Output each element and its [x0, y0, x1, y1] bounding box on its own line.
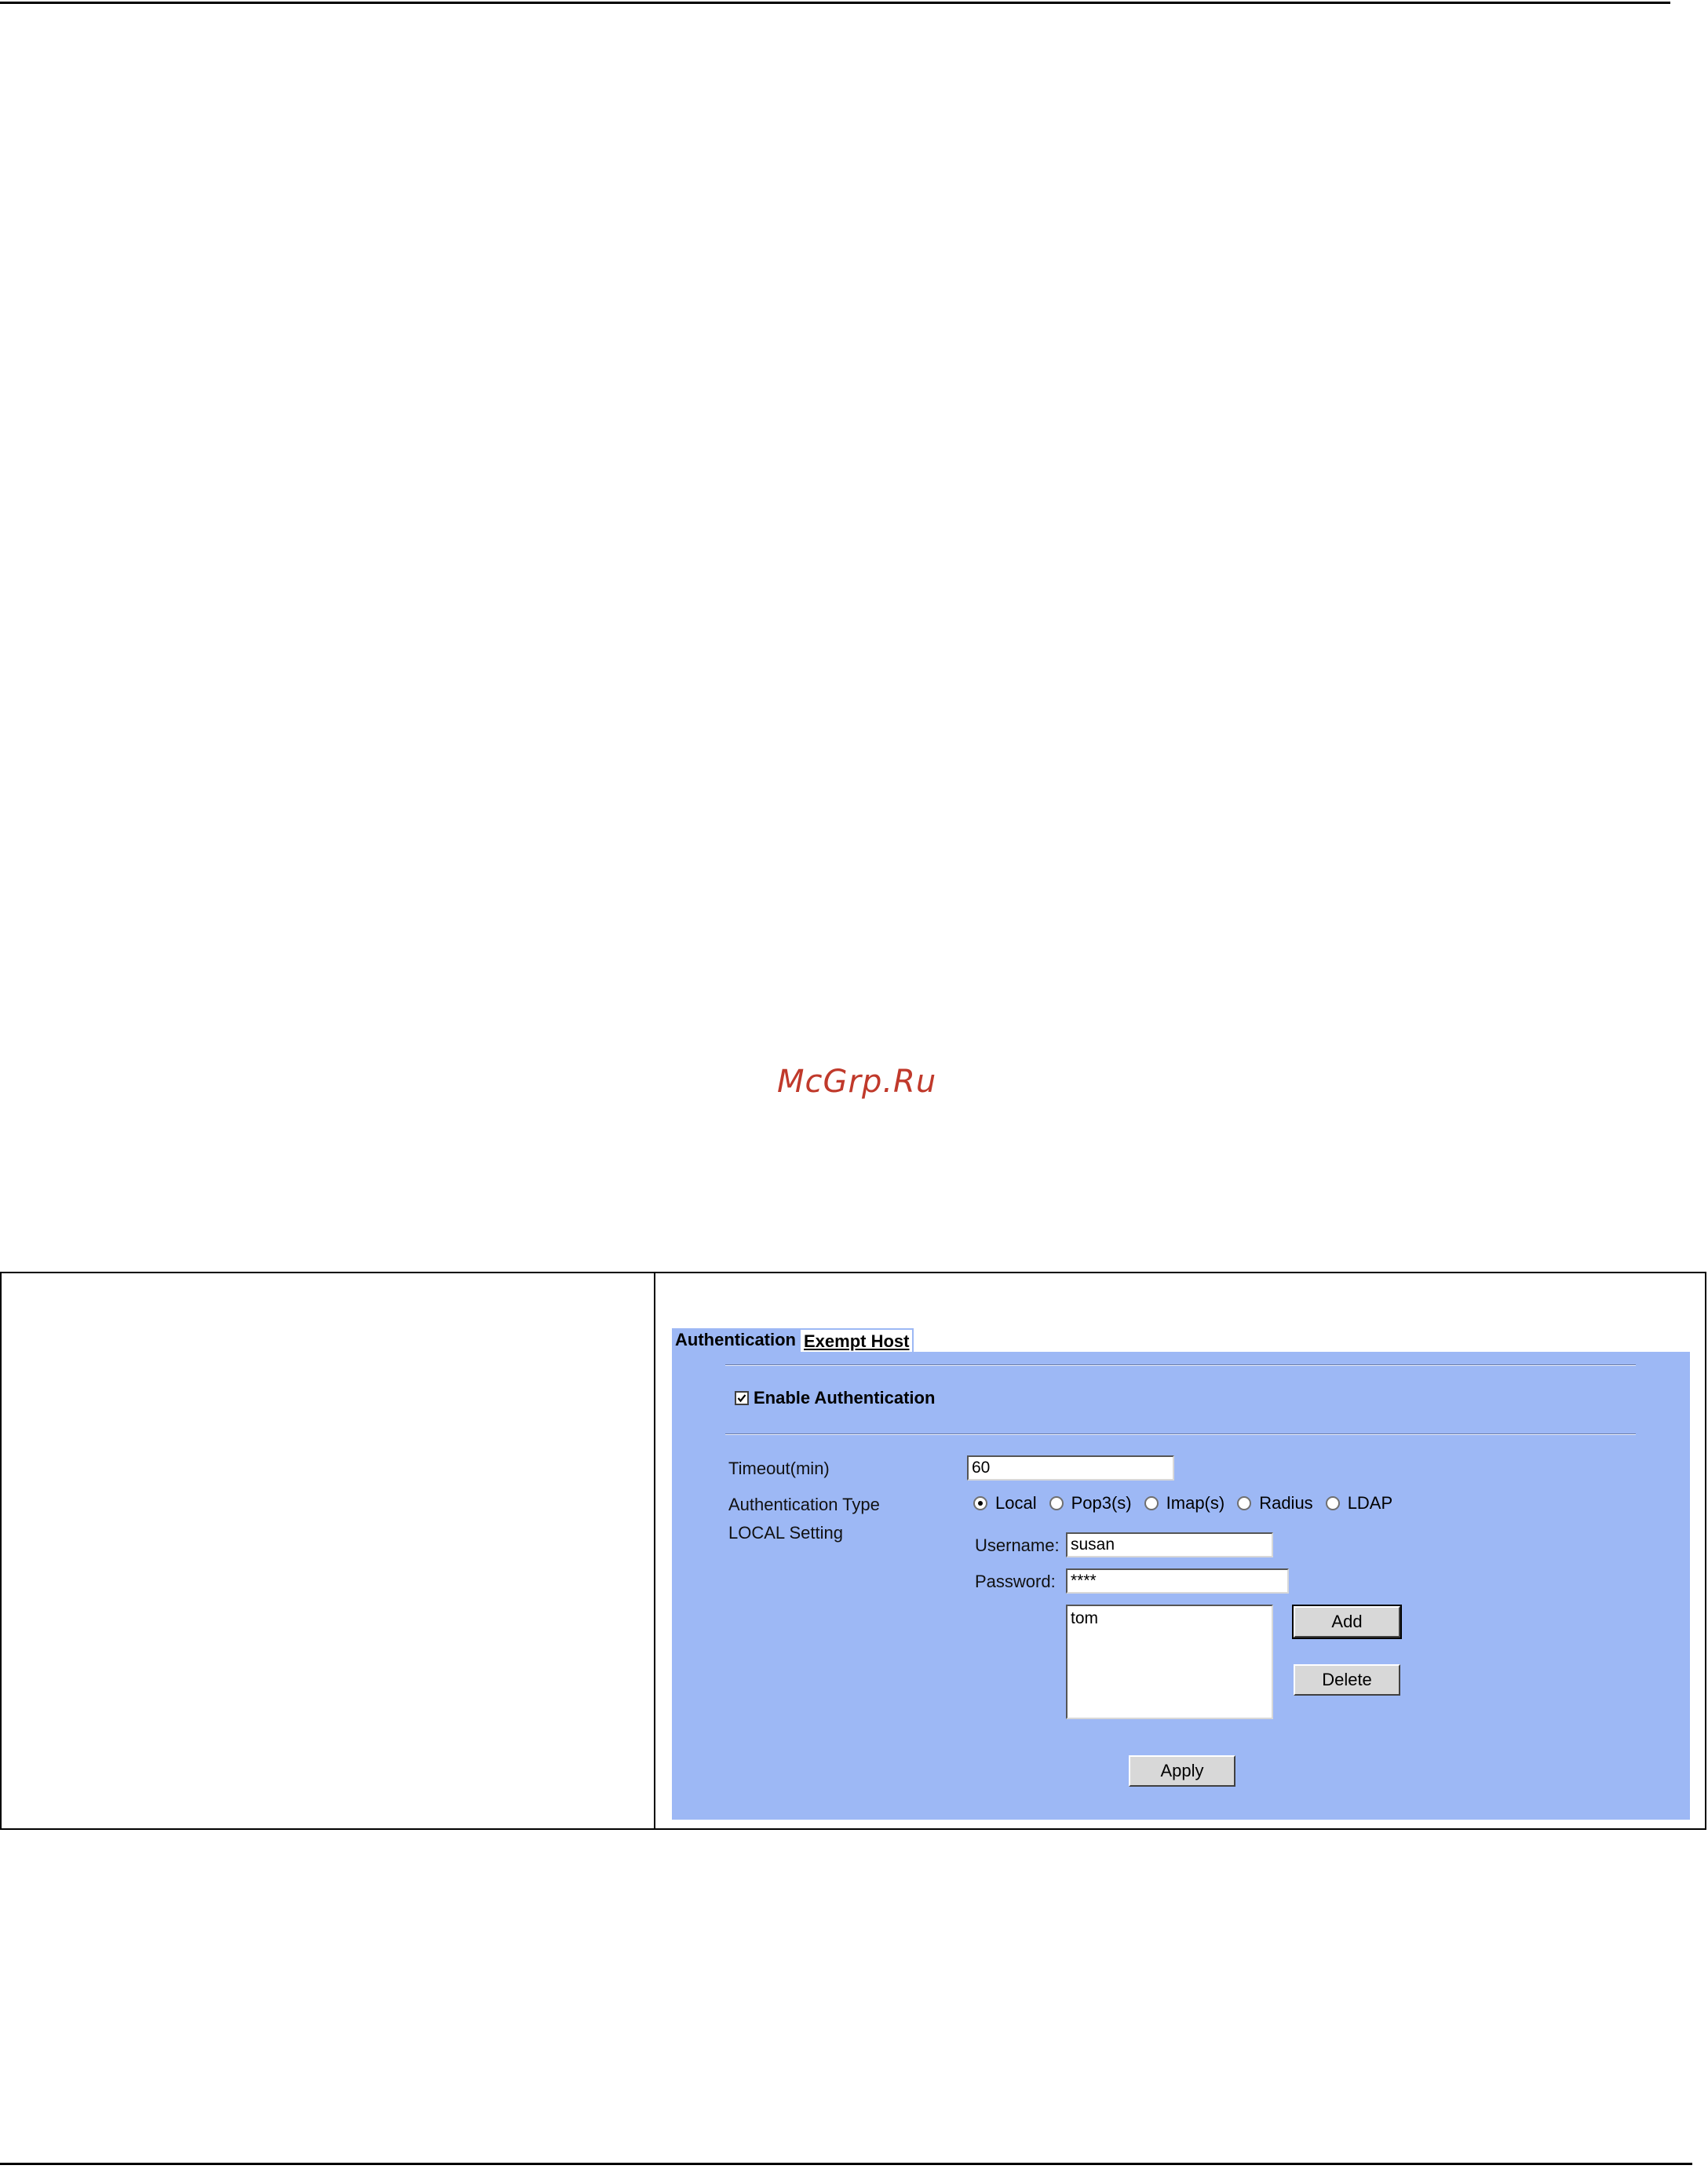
tab-authentication[interactable]: Authentication [672, 1328, 799, 1352]
radio-imaps-label: Imap(s) [1166, 1493, 1225, 1513]
username-label: Username: [975, 1535, 1060, 1555]
page-bottom-rule [0, 2163, 1692, 2165]
authentication-type-radio-group: Local Pop3(s) Imap(s) Radius LDAP [973, 1493, 1405, 1514]
delete-button[interactable]: Delete [1294, 1664, 1400, 1696]
tab-bar: Authentication Exempt Host [672, 1328, 914, 1352]
radio-ldap-button[interactable] [1325, 1496, 1340, 1510]
radio-local-button[interactable] [973, 1496, 987, 1510]
authentication-panel: Enable Authentication Timeout(min) 60 Au… [672, 1352, 1690, 1820]
enable-authentication-row[interactable]: Enable Authentication [735, 1388, 935, 1408]
password-label: Password: [975, 1572, 1056, 1591]
radio-imaps[interactable]: Imap(s) [1144, 1493, 1225, 1514]
radio-imaps-button[interactable] [1144, 1496, 1159, 1510]
tab-exempt-host[interactable]: Exempt Host [799, 1328, 914, 1352]
radio-ldap[interactable]: LDAP [1325, 1493, 1393, 1514]
radio-local[interactable]: Local [973, 1493, 1037, 1514]
table-column-divider [654, 1273, 655, 1828]
username-input[interactable]: susan [1066, 1532, 1273, 1557]
local-setting-label: LOCAL Setting [728, 1523, 843, 1543]
divider-middle [725, 1433, 1636, 1435]
radio-ldap-label: LDAP [1347, 1493, 1393, 1513]
timeout-label: Timeout(min) [728, 1459, 830, 1478]
radio-pop3s-label: Pop3(s) [1071, 1493, 1132, 1513]
password-input[interactable]: **** [1066, 1568, 1289, 1594]
add-button[interactable]: Add [1292, 1605, 1402, 1639]
enable-authentication-label: Enable Authentication [754, 1388, 936, 1408]
enable-authentication-checkbox[interactable] [735, 1391, 749, 1405]
watermark-text: McGrp.Ru [777, 1064, 937, 1100]
radio-local-label: Local [995, 1493, 1037, 1513]
radio-radius-label: Radius [1259, 1493, 1313, 1513]
radio-pop3s[interactable]: Pop3(s) [1049, 1493, 1132, 1514]
page-top-rule [0, 2, 1670, 4]
radio-radius-button[interactable] [1237, 1496, 1252, 1510]
authentication-screenshot: Authentication Exempt Host Enable Authen… [672, 1328, 1690, 1820]
apply-button[interactable]: Apply [1129, 1755, 1235, 1787]
divider-top [725, 1364, 1636, 1366]
timeout-input[interactable]: 60 [967, 1455, 1174, 1481]
radio-radius[interactable]: Radius [1237, 1493, 1313, 1514]
authentication-type-label: Authentication Type [728, 1495, 880, 1514]
user-listbox[interactable]: tom [1066, 1605, 1273, 1719]
user-list-item[interactable]: tom [1071, 1609, 1268, 1628]
radio-pop3s-button[interactable] [1049, 1496, 1064, 1510]
checkmark-icon [737, 1394, 746, 1403]
